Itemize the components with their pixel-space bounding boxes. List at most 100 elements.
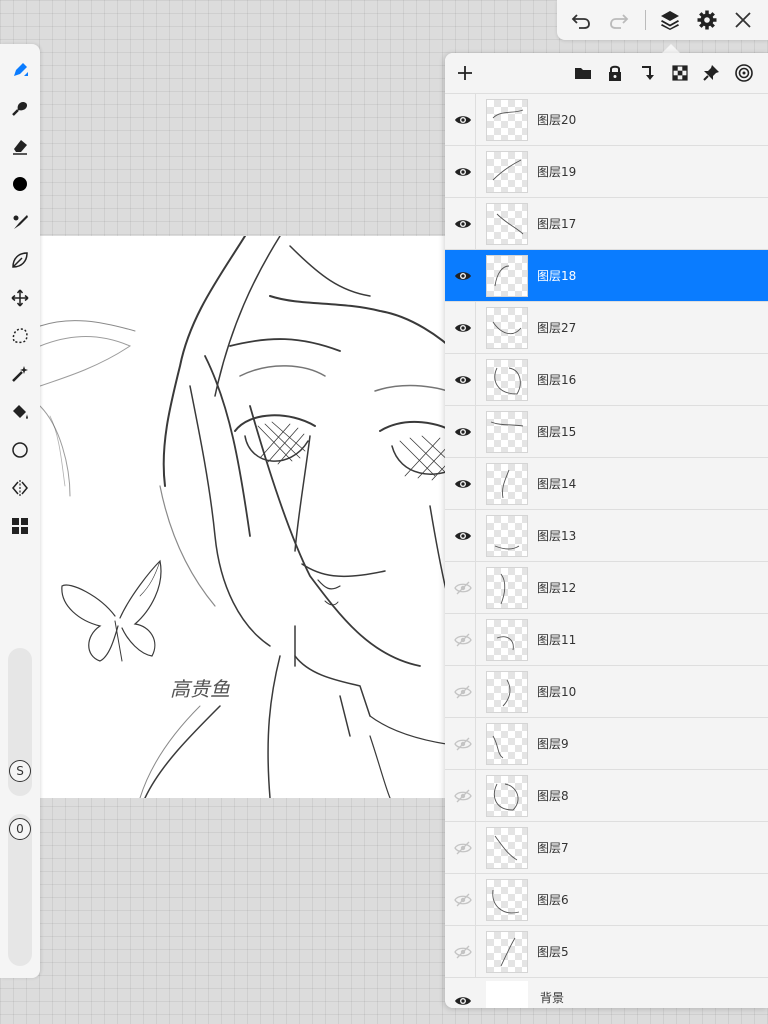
eye-icon[interactable] — [451, 264, 475, 288]
eye-hidden-icon[interactable] — [451, 836, 475, 860]
eye-column-divider — [475, 146, 476, 198]
background-layer-row[interactable]: 背景 — [445, 977, 768, 1008]
target-icon[interactable] — [732, 61, 756, 85]
eye-icon[interactable] — [451, 420, 475, 444]
lasso-icon[interactable] — [6, 322, 34, 350]
undo-icon[interactable] — [569, 8, 593, 32]
layer-name: 图层20 — [537, 113, 577, 127]
move-icon[interactable] — [6, 284, 34, 312]
eye-column-divider — [475, 822, 476, 874]
gear-icon[interactable] — [695, 8, 719, 32]
drawing-canvas[interactable]: 高贵鱼 — [40, 236, 460, 798]
eye-column-divider — [475, 94, 476, 146]
brush-size-knob[interactable]: S — [9, 760, 31, 782]
redo-icon[interactable] — [607, 8, 631, 32]
eye-hidden-icon[interactable] — [451, 628, 475, 652]
layer-name: 图层8 — [537, 789, 569, 803]
fill-bucket-icon[interactable] — [6, 398, 34, 426]
eye-icon[interactable] — [451, 108, 475, 132]
symmetry-icon[interactable] — [6, 474, 34, 502]
eye-column-divider — [475, 510, 476, 562]
add-icon[interactable] — [453, 61, 477, 85]
layer-name: 图层17 — [537, 217, 577, 231]
layer-thumbnail — [486, 619, 528, 661]
layer-row[interactable]: 图层15 — [445, 405, 768, 458]
layer-row[interactable]: 图层18 — [445, 249, 768, 301]
layer-name: 图层18 — [537, 269, 577, 283]
layer-row[interactable]: 图层27 — [445, 301, 768, 354]
layer-name: 图层15 — [537, 425, 577, 439]
eye-column-divider — [475, 354, 476, 406]
eye-icon[interactable] — [451, 472, 475, 496]
layer-name: 图层5 — [537, 945, 569, 959]
layer-name: 图层27 — [537, 321, 577, 335]
eye-column-divider — [475, 770, 476, 822]
layer-row[interactable]: 图层11 — [445, 613, 768, 666]
eye-hidden-icon[interactable] — [451, 680, 475, 704]
brush-pen-icon[interactable] — [6, 56, 34, 84]
layer-thumbnail — [486, 99, 528, 141]
signature: 高贵鱼 — [170, 677, 230, 701]
eye-column-divider — [475, 614, 476, 666]
tool-sidebar: S 0 — [0, 44, 40, 978]
eye-column-divider — [475, 406, 476, 458]
layer-name: 背景 — [540, 991, 565, 1005]
close-icon[interactable] — [731, 8, 755, 32]
layer-row[interactable]: 图层20 — [445, 93, 768, 146]
layer-name: 图层6 — [537, 893, 569, 907]
eye-column-divider — [475, 718, 476, 770]
toolbar-separator — [645, 10, 646, 30]
eye-column-divider — [475, 666, 476, 718]
pin-icon[interactable] — [699, 61, 723, 85]
layer-thumbnail — [486, 671, 528, 713]
layer-row[interactable]: 图层16 — [445, 353, 768, 406]
layer-row[interactable]: 图层14 — [445, 457, 768, 510]
layer-thumbnail — [486, 359, 528, 401]
eraser-icon[interactable] — [6, 132, 34, 160]
merge-down-icon[interactable] — [636, 61, 660, 85]
layer-row[interactable]: 图层19 — [445, 145, 768, 198]
layer-thumbnail — [486, 515, 528, 557]
layer-row[interactable]: 图层8 — [445, 769, 768, 822]
grid-icon[interactable] — [6, 512, 34, 540]
layer-name: 图层10 — [537, 685, 577, 699]
eye-column-divider — [475, 874, 476, 926]
eye-icon[interactable] — [451, 524, 475, 548]
eye-icon[interactable] — [451, 989, 475, 1008]
layer-row[interactable]: 图层7 — [445, 821, 768, 874]
layers-icon[interactable] — [658, 8, 682, 32]
layer-row[interactable]: 图层5 — [445, 925, 768, 978]
sketch-artwork: 高贵鱼 — [40, 236, 460, 798]
eye-column-divider — [475, 562, 476, 614]
magic-wand-icon[interactable] — [6, 360, 34, 388]
layer-name: 图层9 — [537, 737, 569, 751]
eye-hidden-icon[interactable] — [451, 576, 475, 600]
eye-hidden-icon[interactable] — [451, 940, 475, 964]
lock-icon[interactable] — [603, 61, 627, 85]
layer-row[interactable]: 图层9 — [445, 717, 768, 770]
popover-caret — [662, 44, 680, 53]
layer-row[interactable]: 图层13 — [445, 509, 768, 562]
circle-shape-icon[interactable] — [6, 436, 34, 464]
transparency-icon[interactable] — [668, 61, 692, 85]
opacity-knob[interactable]: 0 — [9, 818, 31, 840]
layer-name: 图层11 — [537, 633, 577, 647]
eye-hidden-icon[interactable] — [451, 784, 475, 808]
layer-row[interactable]: 图层17 — [445, 197, 768, 250]
eye-icon[interactable] — [451, 316, 475, 340]
layer-row[interactable]: 图层12 — [445, 561, 768, 614]
eye-hidden-icon[interactable] — [451, 732, 475, 756]
layer-name: 图层7 — [537, 841, 569, 855]
eye-hidden-icon[interactable] — [451, 888, 475, 912]
brush-icon[interactable] — [6, 208, 34, 236]
color-dot-icon[interactable] — [6, 170, 34, 198]
smudge-icon[interactable] — [6, 94, 34, 122]
layer-row[interactable]: 图层6 — [445, 873, 768, 926]
layer-thumbnail — [486, 411, 528, 453]
leaf-icon[interactable] — [6, 246, 34, 274]
layer-row[interactable]: 图层10 — [445, 665, 768, 718]
eye-icon[interactable] — [451, 160, 475, 184]
eye-icon[interactable] — [451, 368, 475, 392]
eye-icon[interactable] — [451, 212, 475, 236]
folder-icon[interactable] — [571, 61, 595, 85]
